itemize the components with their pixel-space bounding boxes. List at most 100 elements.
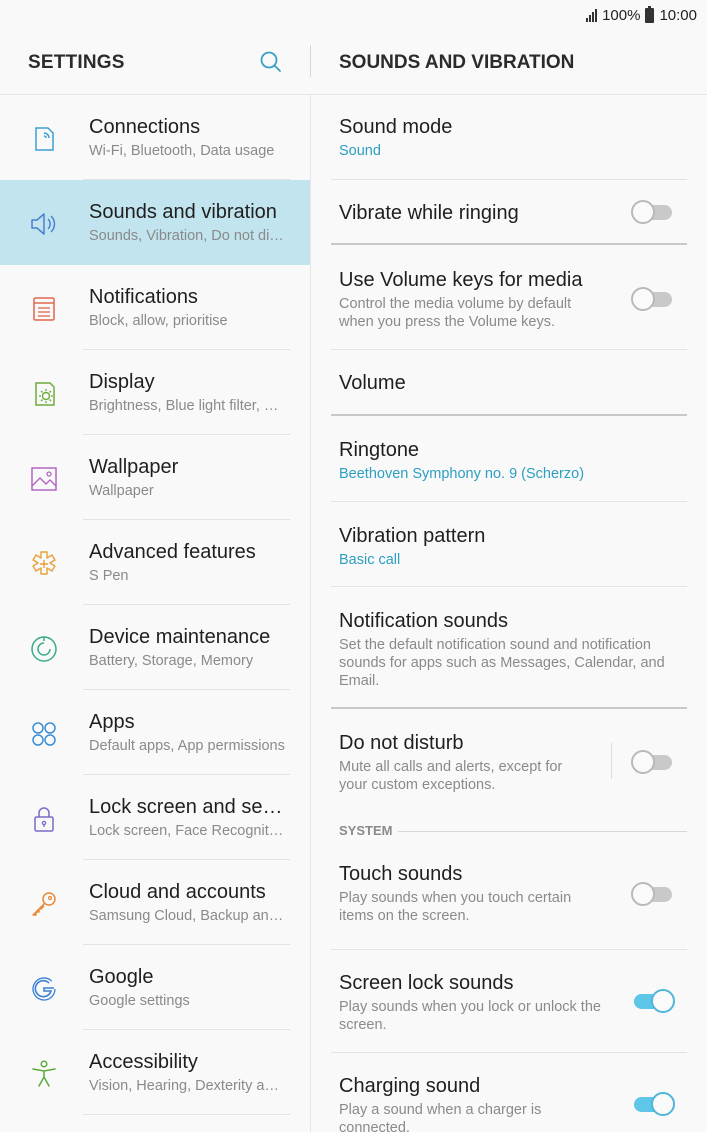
menu-item-subtitle: Sounds, Vibration, Do not disturb: [89, 228, 285, 244]
menu-item-device-maintenance[interactable]: Device maintenance Battery, Storage, Mem…: [0, 605, 310, 690]
battery-percent: 100%: [602, 6, 641, 24]
vibrate-while-ringing-title: Vibrate while ringing: [339, 202, 519, 224]
do-not-disturb-toggle[interactable]: [631, 750, 675, 774]
ringtone-title: Ringtone: [339, 439, 420, 461]
apps-icon: [32, 722, 56, 746]
menu-item-wallpaper[interactable]: Wallpaper Wallpaper: [0, 435, 310, 520]
menu-item-subtitle: Brightness, Blue light filter, Home scre…: [89, 398, 285, 414]
status-bar: 100% 10:00: [0, 0, 707, 30]
google-icon: [32, 977, 56, 1001]
menu-item-title: Lock screen and security: [89, 796, 289, 818]
connections-icon: [35, 127, 54, 151]
menu-item-connections[interactable]: Connections Wi-Fi, Bluetooth, Data usage: [0, 95, 310, 180]
volume-row[interactable]: Volume: [311, 350, 707, 416]
touch-sounds-toggle[interactable]: [631, 882, 675, 906]
menu-item-accessibility[interactable]: Accessibility Vision, Hearing, Dexterity…: [0, 1030, 310, 1115]
menu-item-title: Cloud and accounts: [89, 881, 266, 903]
menu-item-subtitle: Lock screen, Face Recognition: [89, 823, 285, 839]
ringtone-row[interactable]: Ringtone Beethoven Symphony no. 9 (Scher…: [311, 416, 707, 502]
vibration-pattern-title: Vibration pattern: [339, 525, 486, 547]
charging-sound-toggle[interactable]: [631, 1092, 675, 1116]
menu-item-subtitle: Default apps, App permissions: [89, 738, 285, 754]
speaker-icon: [31, 213, 56, 235]
menu-item-title: Accessibility: [89, 1051, 198, 1073]
charging-sound-row[interactable]: Charging sound Play a sound when a charg…: [311, 1053, 707, 1132]
menu-item-title: Notifications: [89, 286, 198, 308]
menu-item-title: Sounds and vibration: [89, 201, 277, 223]
menu-item-sounds[interactable]: Sounds and vibration Sounds, Vibration, …: [0, 180, 310, 265]
accessibility-icon: [32, 1060, 56, 1087]
sound-mode-row[interactable]: Sound mode Sound: [311, 95, 707, 180]
search-button[interactable]: [258, 49, 284, 75]
menu-item-display[interactable]: Display Brightness, Blue light filter, H…: [0, 350, 310, 435]
menu-item-title: Advanced features: [89, 541, 256, 563]
menu-item-cloud-accounts[interactable]: Cloud and accounts Samsung Cloud, Backup…: [0, 860, 310, 945]
charging-sound-title: Charging sound: [339, 1075, 481, 1097]
touch-sounds-description: Play sounds when you touch certain items…: [339, 890, 572, 924]
volume-title: Volume: [339, 372, 406, 394]
menu-item-title: Connections: [89, 116, 201, 138]
menu-item-subtitle: S Pen: [89, 568, 129, 584]
volume-keys-description: Control the media volume by default when…: [339, 296, 572, 330]
system-section-header: SYSTEM: [311, 811, 707, 847]
menu-item-title: Wallpaper: [89, 456, 179, 478]
menu-item-title: Google: [89, 966, 154, 988]
menu-item-apps[interactable]: Apps Default apps, App permissions: [0, 690, 310, 775]
sound-mode-value: Sound: [339, 143, 381, 159]
touch-sounds-row[interactable]: Touch sounds Play sounds when you touch …: [311, 847, 707, 950]
menu-item-title: Device maintenance: [89, 626, 271, 648]
menu-item-subtitle: Vision, Hearing, Dexterity and interacti…: [89, 1078, 285, 1094]
settings-menu: Connections Wi-Fi, Bluetooth, Data usage…: [0, 95, 310, 1115]
volume-keys-row[interactable]: Use Volume keys for media Control the me…: [311, 245, 707, 350]
volume-keys-title: Use Volume keys for media: [339, 269, 583, 291]
menu-item-subtitle: Samsung Cloud, Backup and restore: [89, 908, 285, 924]
menu-item-lock-screen[interactable]: Lock screen and security Lock screen, Fa…: [0, 775, 310, 860]
advanced-features-icon: [32, 551, 56, 575]
settings-header: SETTINGS: [0, 30, 310, 94]
notification-sounds-description: Set the default notification sound and n…: [339, 637, 665, 689]
touch-sounds-title: Touch sounds: [339, 863, 463, 885]
detail-header: SOUNDS AND VIBRATION: [311, 30, 707, 94]
vibration-pattern-value: Basic call: [339, 552, 401, 568]
screen-lock-sounds-row[interactable]: Screen lock sounds Play sounds when you …: [311, 950, 707, 1053]
wallpaper-icon: [31, 467, 57, 491]
vibration-pattern-row[interactable]: Vibration pattern Basic call: [311, 502, 707, 587]
vibrate-while-ringing-toggle[interactable]: [631, 200, 675, 224]
menu-item-notifications[interactable]: Notifications Block, allow, prioritise: [0, 265, 310, 350]
key-icon: [32, 892, 56, 916]
menu-item-advanced-features[interactable]: Advanced features S Pen: [0, 520, 310, 605]
status-icons: 100% 10:00: [586, 5, 697, 24]
page-title: SETTINGS: [28, 52, 125, 73]
screen-lock-sounds-toggle[interactable]: [631, 989, 675, 1013]
charging-sound-description: Play a sound when a charger is connected…: [339, 1102, 542, 1132]
battery-icon: [645, 5, 655, 23]
screen-lock-sounds-description: Play sounds when you lock or unlock the …: [339, 999, 601, 1033]
sound-mode-title: Sound mode: [339, 116, 453, 138]
menu-item-google[interactable]: Google Google settings: [0, 945, 310, 1030]
menu-item-subtitle: Wi-Fi, Bluetooth, Data usage: [89, 143, 275, 159]
screen-lock-sounds-title: Screen lock sounds: [339, 972, 514, 994]
lock-icon: [34, 807, 54, 832]
system-section-label: SYSTEM: [339, 823, 393, 838]
do-not-disturb-description: Mute all calls and alerts, except for yo…: [339, 759, 563, 793]
ringtone-value: Beethoven Symphony no. 9 (Scherzo): [339, 466, 585, 482]
notifications-icon: [33, 297, 55, 321]
vibrate-while-ringing-row[interactable]: Vibrate while ringing: [311, 180, 707, 245]
notification-sounds-title: Notification sounds: [339, 610, 508, 632]
clock: 10:00: [659, 6, 697, 24]
menu-item-subtitle: Google settings: [89, 993, 190, 1009]
menu-item-subtitle: Wallpaper: [89, 483, 154, 499]
notification-sounds-row[interactable]: Notification sounds Set the default noti…: [311, 587, 707, 709]
volume-keys-toggle[interactable]: [631, 287, 675, 311]
menu-item-subtitle: Battery, Storage, Memory: [89, 653, 254, 669]
detail-title: SOUNDS AND VIBRATION: [339, 52, 575, 73]
sounds-settings-list: Sound mode Sound Vibrate while ringing U…: [311, 95, 707, 1132]
search-icon: [260, 51, 281, 72]
display-icon: [35, 382, 55, 406]
menu-item-subtitle: Block, allow, prioritise: [89, 313, 228, 329]
signal-icon: [586, 8, 598, 22]
device-maintenance-icon: [31, 636, 57, 662]
menu-item-title: Apps: [89, 711, 135, 733]
menu-item-title: Display: [89, 371, 155, 393]
do-not-disturb-title: Do not disturb: [339, 732, 464, 754]
